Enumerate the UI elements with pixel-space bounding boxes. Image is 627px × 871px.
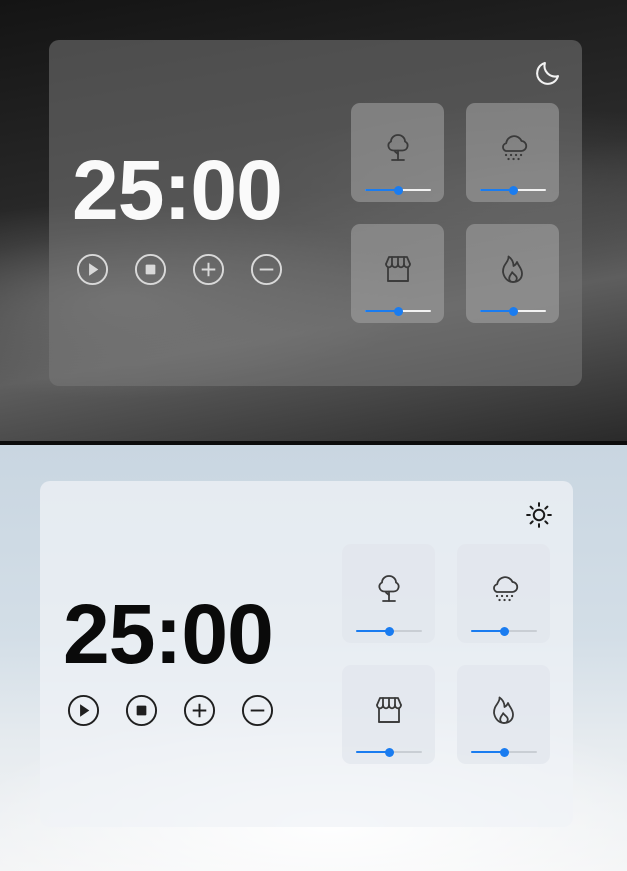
sun-icon[interactable] [524, 500, 554, 530]
sound-tile-fire[interactable] [457, 665, 550, 764]
sound-tile-tree[interactable] [342, 544, 435, 643]
volume-slider-snow[interactable] [471, 627, 537, 636]
tree-icon [372, 572, 406, 606]
volume-slider-snow[interactable] [480, 186, 546, 195]
sound-tile-snow[interactable] [457, 544, 550, 643]
play-icon[interactable] [67, 694, 100, 727]
volume-slider-store[interactable] [356, 748, 422, 757]
fire-icon [496, 252, 530, 286]
plus-icon[interactable] [183, 694, 216, 727]
play-icon[interactable] [76, 253, 109, 286]
plus-icon[interactable] [192, 253, 225, 286]
sound-tile-store[interactable] [342, 665, 435, 764]
stop-icon[interactable] [125, 694, 158, 727]
volume-slider-store[interactable] [365, 307, 431, 316]
volume-slider-tree[interactable] [356, 627, 422, 636]
stop-icon[interactable] [134, 253, 167, 286]
timer-panel-dark: 25:00 [49, 40, 582, 386]
sound-tile-snow[interactable] [466, 103, 559, 202]
minus-icon[interactable] [241, 694, 274, 727]
timer-controls [67, 694, 274, 727]
timer-display: 25:00 [72, 143, 283, 237]
sound-tile-store[interactable] [351, 224, 444, 323]
sound-tile-fire[interactable] [466, 224, 559, 323]
light-background: 25:00 [0, 445, 627, 871]
fire-icon [487, 693, 521, 727]
dark-background: 25:00 [0, 0, 627, 441]
timer-display: 25:00 [63, 587, 274, 681]
store-icon [381, 252, 415, 286]
minus-icon[interactable] [250, 253, 283, 286]
volume-slider-tree[interactable] [365, 186, 431, 195]
sound-tile-tree[interactable] [351, 103, 444, 202]
snow-cloud-icon [487, 572, 521, 606]
snow-cloud-icon [496, 131, 530, 165]
volume-slider-fire[interactable] [480, 307, 546, 316]
timer-controls [76, 253, 283, 286]
timer-panel-light: 25:00 [40, 481, 573, 827]
tree-icon [381, 131, 415, 165]
moon-icon[interactable] [533, 58, 563, 88]
store-icon [372, 693, 406, 727]
volume-slider-fire[interactable] [471, 748, 537, 757]
